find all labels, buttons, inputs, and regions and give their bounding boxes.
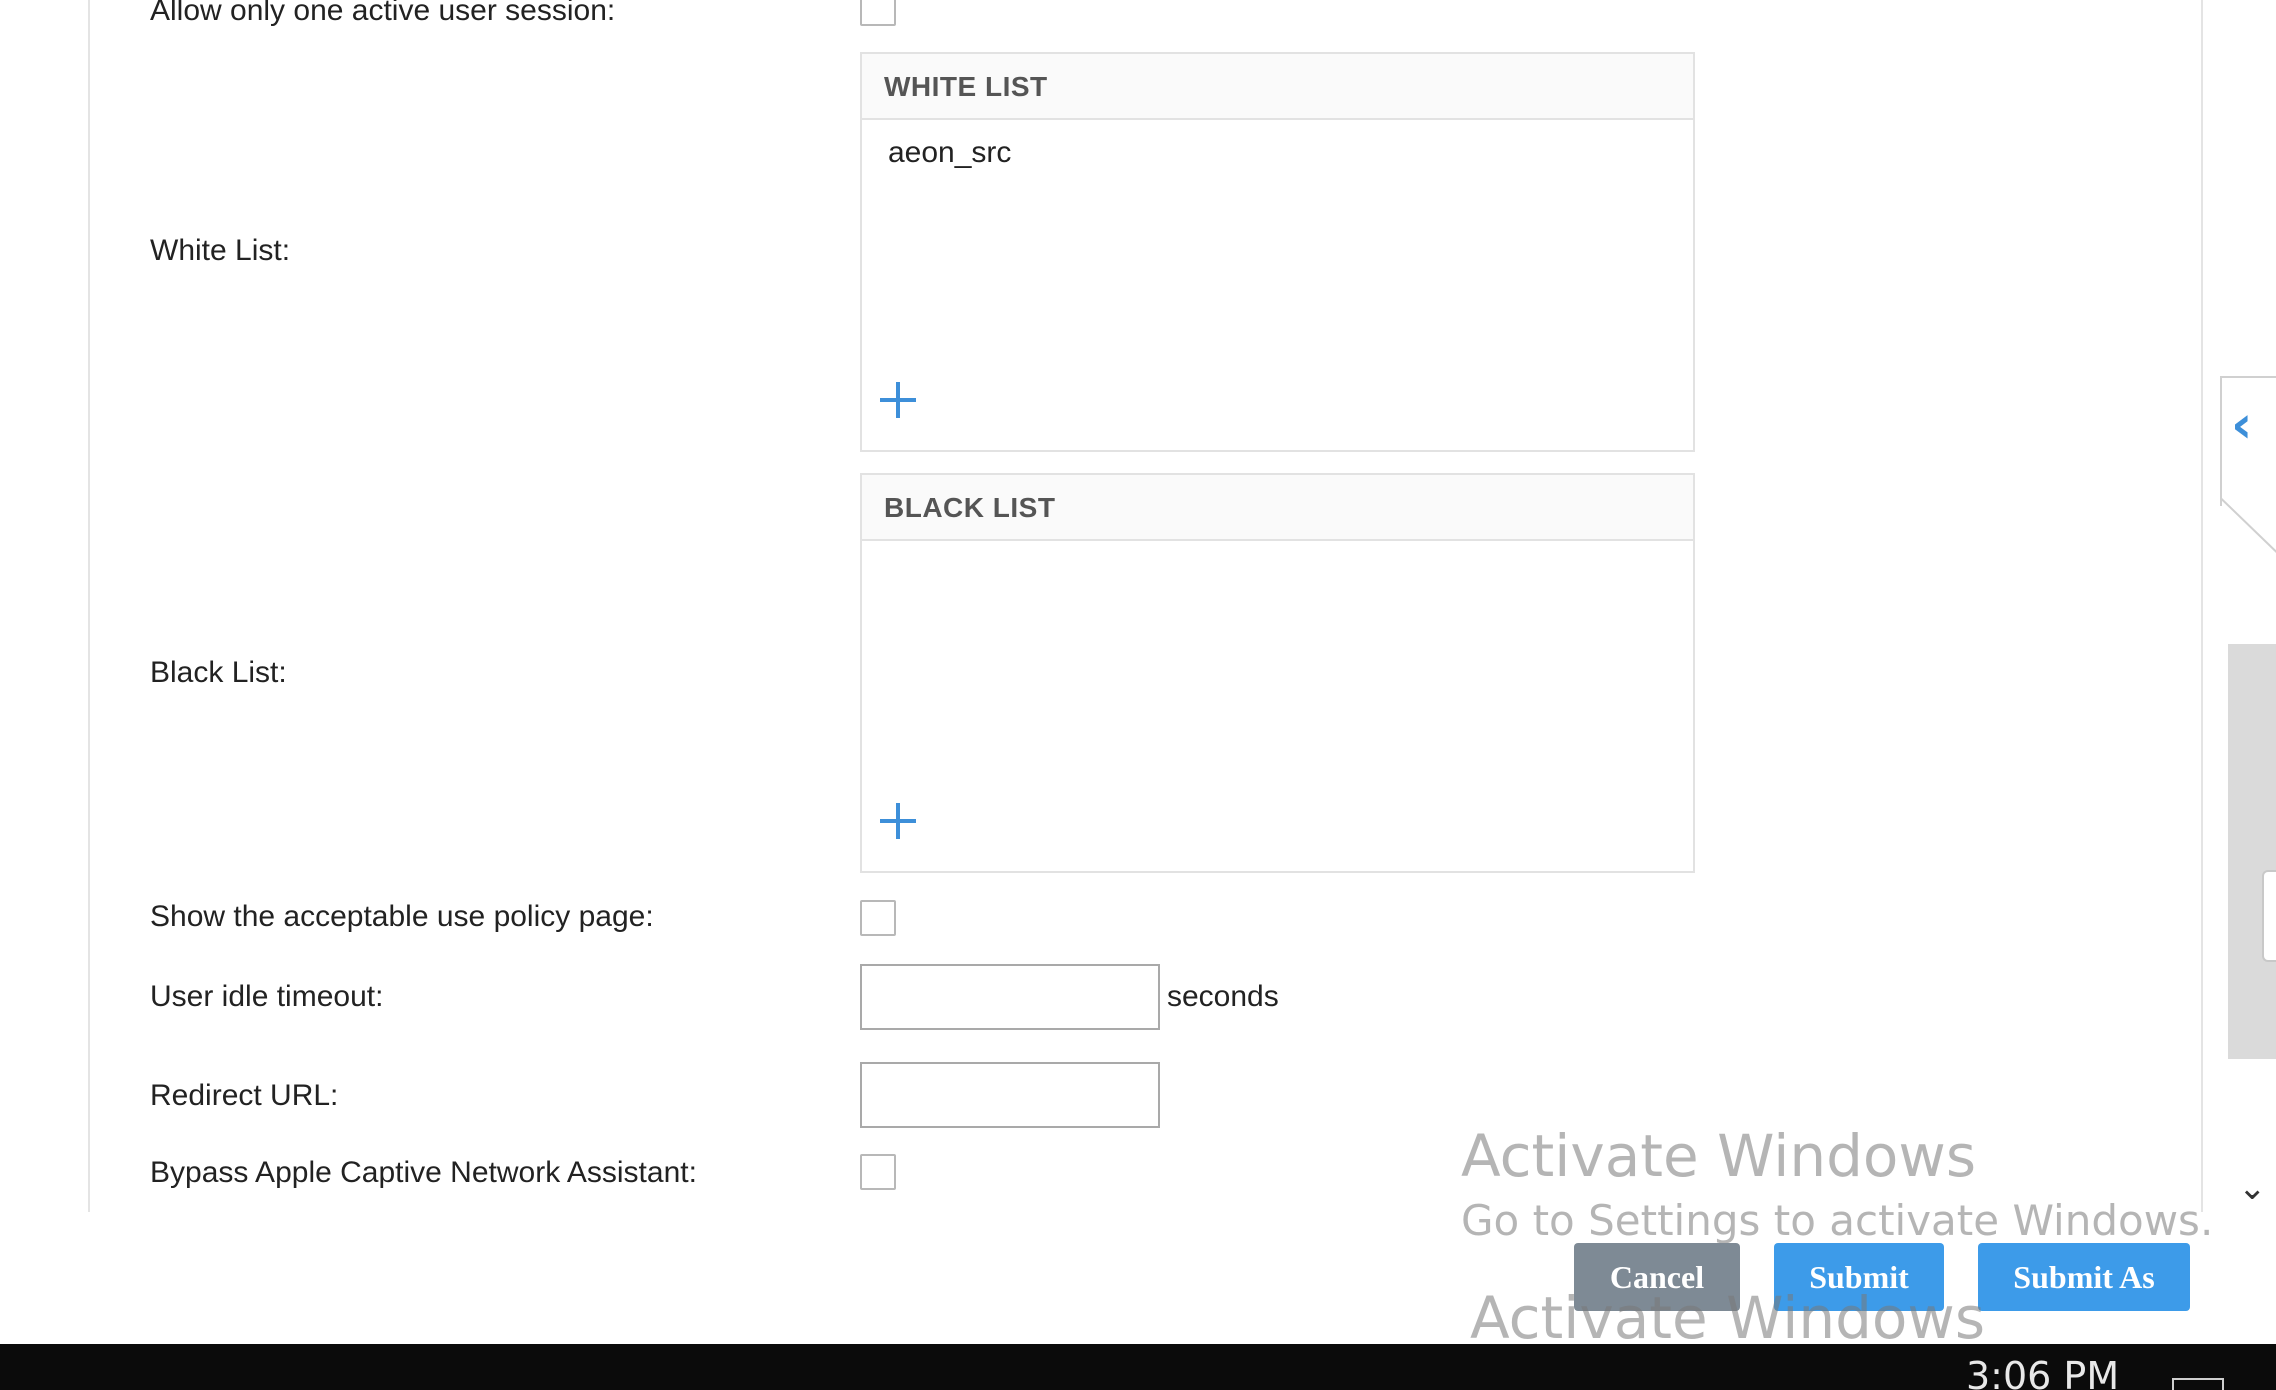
white-list-label: White List: bbox=[150, 234, 291, 267]
idle-timeout-unit: seconds bbox=[1167, 980, 1279, 1013]
white-list-header: WHITE LIST bbox=[862, 54, 1693, 120]
right-divider bbox=[2201, 0, 2203, 1212]
scroll-edge-handle[interactable] bbox=[2262, 870, 2276, 962]
aup-label: Show the acceptable use policy page: bbox=[150, 900, 654, 933]
add-white-list-plus-icon[interactable] bbox=[878, 380, 918, 420]
redirect-url-input[interactable] bbox=[860, 1062, 1160, 1128]
side-panel-tab-edge bbox=[2220, 498, 2276, 562]
activate-windows-title: Activate Windows bbox=[1461, 1122, 1977, 1190]
left-divider bbox=[88, 0, 90, 1212]
submit-button[interactable]: Submit bbox=[1774, 1243, 1944, 1311]
bypass-cna-label: Bypass Apple Captive Network Assistant: bbox=[150, 1156, 697, 1189]
black-list-header: BLACK LIST bbox=[862, 475, 1693, 541]
chevron-down-icon[interactable]: ⌄ bbox=[2238, 1168, 2267, 1208]
submit-as-button[interactable]: Submit As bbox=[1978, 1243, 2190, 1311]
chevron-left-icon[interactable]: ‹ bbox=[2231, 395, 2252, 455]
black-list-label: Black List: bbox=[150, 656, 287, 689]
white-list-item[interactable]: aeon_src bbox=[888, 136, 1011, 170]
taskbar-clock[interactable]: 3:06 PM bbox=[1966, 1354, 2119, 1390]
idle-timeout-input[interactable] bbox=[860, 964, 1160, 1030]
redirect-url-label: Redirect URL: bbox=[150, 1079, 339, 1112]
activate-windows-subtitle: Go to Settings to activate Windows. bbox=[1461, 1196, 2214, 1245]
black-list-body bbox=[862, 541, 1693, 871]
action-center-icon[interactable] bbox=[2172, 1378, 2224, 1390]
black-list-panel: BLACK LIST bbox=[860, 473, 1695, 873]
white-list-body: aeon_src bbox=[862, 120, 1693, 450]
bypass-cna-checkbox[interactable] bbox=[860, 1154, 896, 1190]
captive-portal-settings-page: Allow only one active user session: Whit… bbox=[0, 0, 2276, 1390]
windows-taskbar bbox=[0, 1344, 2276, 1390]
add-black-list-plus-icon[interactable] bbox=[878, 801, 918, 841]
idle-timeout-label: User idle timeout: bbox=[150, 980, 384, 1013]
single-session-checkbox[interactable] bbox=[860, 0, 896, 26]
single-session-label: Allow only one active user session: bbox=[150, 0, 616, 27]
white-list-panel: WHITE LIST aeon_src bbox=[860, 52, 1695, 452]
scrollbar-thumb[interactable] bbox=[2228, 644, 2276, 1059]
aup-checkbox[interactable] bbox=[860, 900, 896, 936]
cancel-button[interactable]: Cancel bbox=[1574, 1243, 1740, 1311]
